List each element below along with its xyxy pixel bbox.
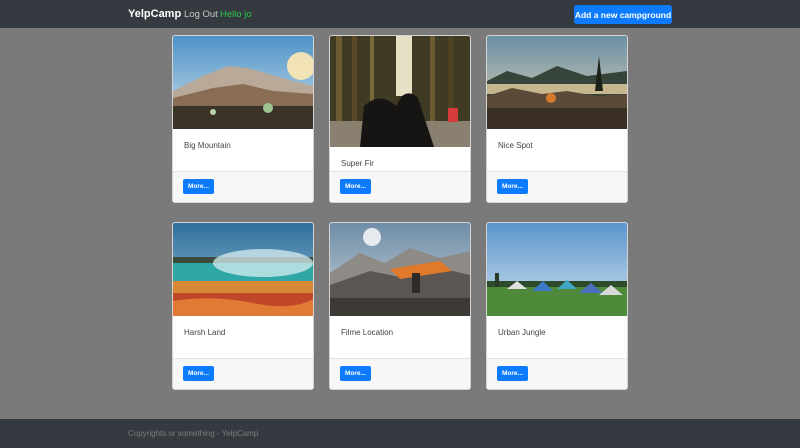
campground-title: Urban Jungle (498, 328, 546, 337)
campground-card: Harsh Land More... (172, 222, 314, 390)
campground-title: Filme Location (341, 328, 394, 337)
card-footer: More... (487, 358, 627, 389)
campground-card: Urban Jungle More... (486, 222, 628, 390)
campground-title: Nice Spot (498, 141, 533, 150)
page-footer: Copyrights or something - YelpCamp (0, 419, 800, 448)
more-button[interactable]: More... (183, 366, 214, 381)
card-footer: More... (173, 171, 313, 202)
copyright-text: Copyrights or something - YelpCamp (128, 429, 259, 438)
more-button[interactable]: More... (497, 179, 528, 194)
campground-image (173, 223, 313, 316)
more-button[interactable]: More... (497, 366, 528, 381)
more-button[interactable]: More... (340, 179, 371, 194)
campground-title: Big Mountain (184, 141, 231, 150)
user-greeting[interactable]: Hello jo (220, 9, 252, 20)
campground-image (487, 223, 627, 316)
campground-image (330, 223, 470, 316)
navbar: YelpCamp Log Out Hello jo Add a new camp… (0, 0, 800, 28)
campground-card: Filme Location More... (329, 222, 471, 390)
card-footer: More... (330, 358, 470, 389)
campground-card: Nice Spot More... (486, 35, 628, 203)
campground-image (487, 36, 627, 129)
more-button[interactable]: More... (183, 179, 214, 194)
card-footer: More... (330, 171, 470, 202)
campground-title: Harsh Land (184, 328, 226, 337)
campground-image (173, 36, 313, 129)
campground-title: Super Fir (341, 159, 374, 168)
card-footer: More... (173, 358, 313, 389)
card-footer: More... (487, 171, 627, 202)
logout-link[interactable]: Log Out (184, 9, 218, 20)
campground-card: Super Fir More... (329, 35, 471, 203)
brand-logo[interactable]: YelpCamp (128, 8, 181, 20)
campground-card: Big Mountain More... (172, 35, 314, 203)
more-button[interactable]: More... (340, 366, 371, 381)
campground-image (330, 36, 470, 147)
add-campground-button[interactable]: Add a new campground (574, 5, 672, 24)
